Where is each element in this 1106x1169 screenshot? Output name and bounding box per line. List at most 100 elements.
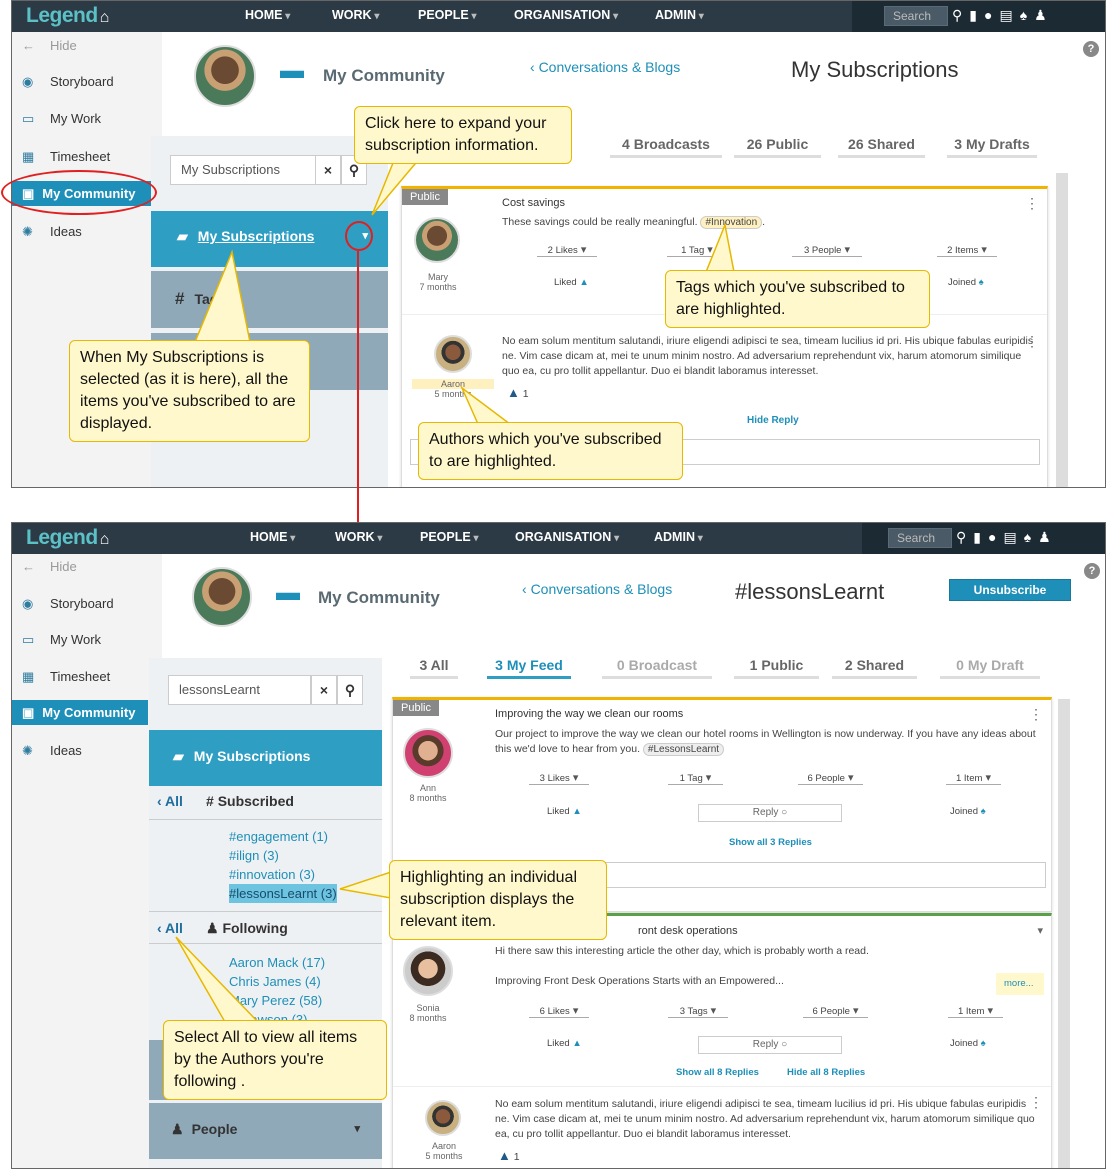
- liked-button[interactable]: Liked ▲: [547, 806, 582, 817]
- joined-button[interactable]: Joined ♠: [950, 1038, 986, 1049]
- all-tags-button[interactable]: ‹ All: [157, 793, 183, 809]
- tag-innovation[interactable]: #innovation (3): [229, 865, 337, 884]
- bookmark-icon[interactable]: ▮: [973, 529, 988, 545]
- tags-stat[interactable]: 1 Tag: [667, 243, 727, 257]
- bookmark-icon[interactable]: ▮: [969, 7, 984, 23]
- tab-my-drafts[interactable]: 3 My Drafts: [947, 136, 1037, 158]
- nav-organisation[interactable]: ORGANISATION: [514, 8, 618, 22]
- nav-work[interactable]: WORK: [332, 8, 379, 22]
- filter-input[interactable]: lessonsLearnt: [168, 675, 311, 705]
- sidebar-item-storyboard[interactable]: ◉ Storyboard: [22, 74, 114, 90]
- app-logo[interactable]: Legend ⌂: [26, 4, 109, 28]
- help-icon[interactable]: ?: [1084, 563, 1100, 579]
- all-following-button[interactable]: ‹ All: [157, 920, 183, 936]
- tab-public[interactable]: 1 Public: [734, 657, 819, 679]
- joined-button[interactable]: Joined ♠: [948, 277, 984, 288]
- people-stat[interactable]: 6 People: [803, 1004, 868, 1018]
- reply-likes[interactable]: ▲ 1: [507, 385, 529, 400]
- tag-lessonslearnt[interactable]: #lessonsLearnt (3): [229, 884, 337, 903]
- reply-author[interactable]: Aaron 5 months: [412, 379, 494, 399]
- sidebar-item-storyboard[interactable]: ◉ Storyboard: [22, 596, 114, 612]
- reply-menu-icon[interactable]: ⋮: [1025, 333, 1039, 350]
- search-input[interactable]: Search: [888, 528, 952, 548]
- nav-people[interactable]: PEOPLE: [420, 530, 479, 544]
- sidebar-item-my-work[interactable]: ▭ My Work: [22, 111, 101, 127]
- people-stat[interactable]: 3 People: [792, 243, 862, 257]
- reply-menu-icon[interactable]: ⋮: [1029, 1094, 1043, 1111]
- author-avatar[interactable]: [403, 946, 453, 996]
- clear-filter-button[interactable]: ×: [311, 675, 337, 705]
- home-icon[interactable]: ⌂: [100, 531, 110, 548]
- tag-engagement[interactable]: #engagement (1): [229, 827, 337, 846]
- hide-reply-link[interactable]: Hide Reply: [747, 415, 799, 426]
- chat-icon[interactable]: ●: [984, 7, 999, 23]
- people-stat[interactable]: 6 People: [798, 771, 863, 785]
- nav-work[interactable]: WORK: [335, 530, 382, 544]
- author-name[interactable]: Mary 7 months: [410, 272, 466, 292]
- reply-button[interactable]: Reply ○: [698, 1036, 842, 1054]
- reply-author-avatar[interactable]: [434, 335, 472, 373]
- likes-stat[interactable]: 3 Likes: [529, 771, 589, 785]
- post-title[interactable]: Cost savings: [502, 197, 565, 209]
- author-avatar[interactable]: [414, 217, 460, 263]
- hide-replies-link[interactable]: Hide all 8 Replies: [787, 1067, 865, 1078]
- my-subscriptions-bar[interactable]: ▰ My Subscriptions: [149, 730, 382, 786]
- author-avatar[interactable]: [403, 728, 453, 778]
- tab-broadcast[interactable]: 0 Broadcast: [602, 657, 712, 679]
- more-menu-icon[interactable]: ⋮: [1029, 706, 1043, 723]
- nav-admin[interactable]: ADMIN: [655, 8, 704, 22]
- search-icon[interactable]: ⚲: [956, 529, 973, 545]
- document-icon[interactable]: ▤: [1003, 529, 1023, 545]
- tags-stat[interactable]: 3 Tags: [668, 1004, 728, 1018]
- more-menu-icon[interactable]: ⋮: [1025, 195, 1039, 212]
- tab-public[interactable]: 26 Public: [734, 136, 821, 158]
- reply-button[interactable]: Reply ○: [698, 804, 842, 822]
- chat-icon[interactable]: ●: [988, 529, 1003, 545]
- tags-bar[interactable]: # Tag: [151, 271, 388, 328]
- liked-button[interactable]: Liked ▲: [547, 1038, 582, 1049]
- likes-stat[interactable]: 6 Likes: [529, 1004, 589, 1018]
- reply-author[interactable]: Aaron 5 months: [411, 1141, 477, 1161]
- tab-shared[interactable]: 2 Shared: [832, 657, 917, 679]
- chevron-down-icon[interactable]: ▾: [354, 1122, 360, 1135]
- show-replies-link[interactable]: Show all 3 Replies: [729, 837, 812, 848]
- nav-home[interactable]: HOME: [245, 8, 290, 22]
- conversations-blogs-link[interactable]: ‹ Conversations & Blogs: [530, 59, 680, 75]
- user-icon[interactable]: ♟: [1034, 7, 1054, 23]
- unsubscribe-button[interactable]: Unsubscribe: [949, 579, 1071, 601]
- sidebar-item-ideas[interactable]: ✺ Ideas: [22, 743, 82, 759]
- post-title[interactable]: Improving the way we clean our rooms: [495, 708, 683, 720]
- reply-likes[interactable]: ▲ 1: [498, 1148, 520, 1163]
- nav-people[interactable]: PEOPLE: [418, 8, 477, 22]
- user-avatar[interactable]: [192, 567, 252, 627]
- sidebar-item-ideas[interactable]: ✺ Ideas: [22, 224, 82, 240]
- nav-home[interactable]: HOME: [250, 530, 295, 544]
- show-replies-link[interactable]: Show all 8 Replies: [676, 1067, 759, 1078]
- post-title[interactable]: ront desk operations: [638, 925, 738, 937]
- tags-stat[interactable]: 1 Tag: [668, 771, 723, 785]
- sidebar-hide[interactable]: ← Hide: [22, 559, 77, 574]
- joined-button[interactable]: Joined ♠: [950, 806, 986, 817]
- people-bar[interactable]: ♟ People ▾: [149, 1103, 382, 1159]
- nav-organisation[interactable]: ORGANISATION: [515, 530, 619, 544]
- tab-my-draft[interactable]: 0 My Draft: [940, 657, 1040, 679]
- author-name[interactable]: Sonia 8 months: [399, 1003, 457, 1023]
- hashtag-chip[interactable]: #LessonsLearnt: [642, 743, 725, 756]
- search-input[interactable]: Search: [884, 6, 948, 26]
- tag-ilign[interactable]: #ilign (3): [229, 846, 337, 865]
- help-icon[interactable]: ?: [1083, 41, 1099, 57]
- person-chris-james[interactable]: Chris James (4): [229, 972, 325, 991]
- sidebar-hide[interactable]: ← Hide: [22, 38, 77, 53]
- tab-broadcasts[interactable]: 4 Broadcasts: [610, 136, 722, 158]
- liked-button[interactable]: Liked ▲: [554, 277, 589, 288]
- sidebar-item-timesheet[interactable]: ▦ Timesheet: [22, 669, 110, 685]
- bell-icon[interactable]: ♠: [1020, 7, 1034, 23]
- sidebar-item-my-community[interactable]: ▣ My Community: [12, 700, 148, 725]
- likes-stat[interactable]: 2 Likes: [537, 243, 597, 257]
- document-icon[interactable]: ▤: [999, 7, 1019, 23]
- more-link[interactable]: more...: [996, 973, 1044, 995]
- sidebar-item-my-work[interactable]: ▭ My Work: [22, 632, 101, 648]
- items-stat[interactable]: 1 Item: [948, 1004, 1003, 1018]
- hashtag-chip[interactable]: #Innovation: [700, 216, 763, 229]
- tab-shared[interactable]: 26 Shared: [838, 136, 925, 158]
